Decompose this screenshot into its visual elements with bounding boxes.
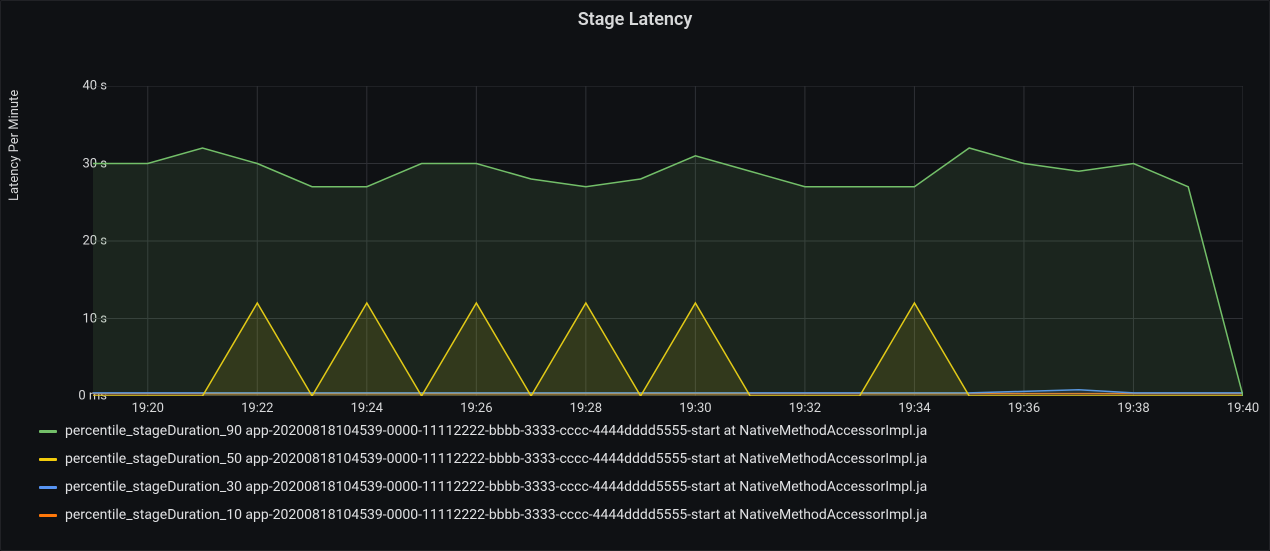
legend-swatch (39, 514, 57, 517)
chart-series (93, 148, 1243, 396)
chart-panel: Stage Latency Latency Per Minute 0 ms10 … (0, 0, 1270, 551)
legend-item[interactable]: percentile_stageDuration_10 app-20200818… (39, 501, 1255, 529)
x-tick-label: 19:36 (1008, 401, 1040, 416)
chart-plot-area[interactable] (93, 86, 1243, 396)
legend-item[interactable]: percentile_stageDuration_50 app-20200818… (39, 445, 1255, 473)
x-tick-label: 19:30 (679, 401, 711, 416)
y-axis-label: Latency Per Minute (7, 90, 22, 201)
x-tick-label: 19:28 (570, 401, 602, 416)
x-tick-label: 19:40 (1227, 401, 1259, 416)
chart-legend: percentile_stageDuration_90 app-20200818… (39, 417, 1255, 529)
x-tick-label: 19:24 (351, 401, 383, 416)
x-tick-label: 19:34 (898, 401, 930, 416)
legend-label: percentile_stageDuration_50 app-20200818… (65, 451, 927, 467)
legend-swatch (39, 430, 57, 433)
series-area (93, 148, 1243, 396)
x-tick-label: 19:32 (789, 401, 821, 416)
legend-item[interactable]: percentile_stageDuration_90 app-20200818… (39, 417, 1255, 445)
legend-item[interactable]: percentile_stageDuration_30 app-20200818… (39, 473, 1255, 501)
legend-label: percentile_stageDuration_10 app-20200818… (65, 507, 927, 523)
x-tick-label: 19:22 (241, 401, 273, 416)
x-tick-label: 19:38 (1117, 401, 1149, 416)
x-tick-label: 19:20 (132, 401, 164, 416)
chart-title: Stage Latency (1, 9, 1269, 30)
x-tick-label: 19:26 (460, 401, 492, 416)
legend-swatch (39, 486, 57, 489)
legend-label: percentile_stageDuration_30 app-20200818… (65, 479, 927, 495)
legend-swatch (39, 458, 57, 461)
legend-label: percentile_stageDuration_90 app-20200818… (65, 423, 927, 439)
